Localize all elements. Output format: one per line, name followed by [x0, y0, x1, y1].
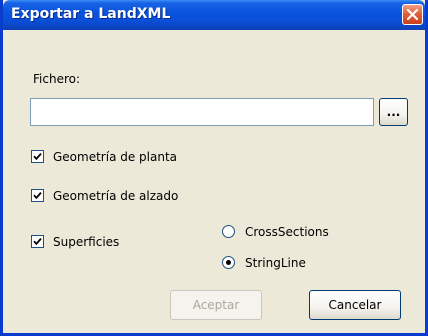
- browse-button[interactable]: ...: [379, 98, 408, 126]
- planta-checkbox[interactable]: [31, 150, 44, 163]
- close-button[interactable]: [402, 4, 423, 25]
- file-label: Fichero:: [33, 72, 81, 86]
- checkmark-icon: [33, 153, 42, 161]
- checkmark-icon: [33, 238, 42, 246]
- radio-dot-icon: [226, 260, 231, 265]
- export-landxml-dialog: Exportar a LandXML: [0, 0, 428, 336]
- close-icon: [407, 9, 418, 20]
- stringline-label[interactable]: StringLine: [245, 256, 306, 270]
- superficies-checkbox[interactable]: [31, 235, 44, 248]
- planta-label[interactable]: Geometría de planta: [53, 150, 177, 164]
- accept-button[interactable]: Aceptar: [170, 290, 262, 320]
- alzado-checkbox[interactable]: [31, 189, 44, 202]
- crosssections-radio[interactable]: [222, 225, 235, 238]
- crosssections-label[interactable]: CrossSections: [245, 225, 329, 239]
- title-bar[interactable]: Exportar a LandXML: [3, 0, 425, 30]
- file-path-input[interactable]: [30, 98, 374, 126]
- superficies-label[interactable]: Superficies: [53, 235, 119, 249]
- window-title: Exportar a LandXML: [11, 6, 171, 22]
- checkmark-icon: [33, 192, 42, 200]
- cancel-button[interactable]: Cancelar: [309, 290, 401, 320]
- alzado-label[interactable]: Geometría de alzado: [53, 189, 178, 203]
- stringline-radio[interactable]: [222, 256, 235, 269]
